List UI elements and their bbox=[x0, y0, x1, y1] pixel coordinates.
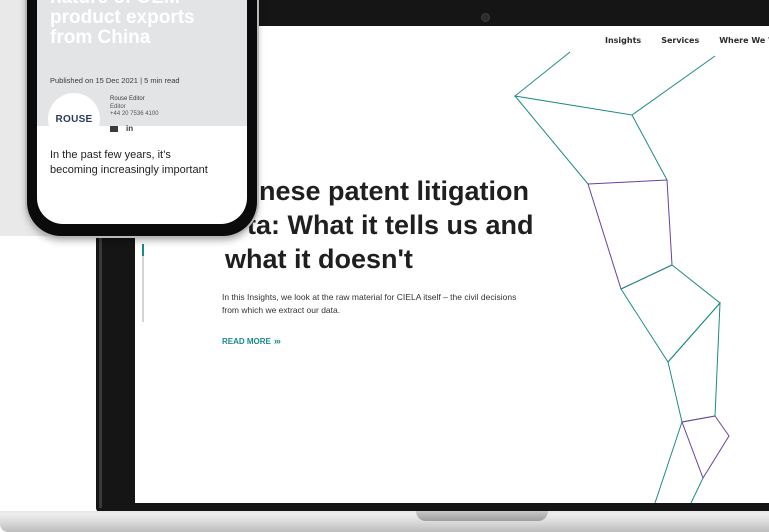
article-intro: In this Insights, we look at the raw mat… bbox=[222, 292, 517, 315]
phone-article-body: In the past few years, it’s becoming inc… bbox=[50, 148, 208, 178]
phone-article-title: nature of OEM product exports from China bbox=[50, 0, 195, 48]
headline-line: nese patent litigation bbox=[259, 176, 530, 206]
publish-meta: Published on 15 Dec 2021 | 5 min read bbox=[50, 76, 180, 85]
camera-icon bbox=[481, 13, 490, 22]
author-block: Rouse Editor Editor +44 20 7536 4100 bbox=[110, 96, 159, 119]
phone-title-line: product exports bbox=[50, 7, 195, 28]
phone-device: nature of OEM product exports from China… bbox=[27, 0, 257, 236]
read-more-link[interactable]: READ MORE ››› bbox=[222, 336, 281, 346]
headline-line: ta: What it tells us and bbox=[247, 210, 534, 240]
scroll-progress-fill bbox=[142, 244, 144, 256]
phone-screen: nature of OEM product exports from China… bbox=[37, 0, 247, 224]
chevron-right-icon: ››› bbox=[273, 336, 281, 346]
phone-hero: nature of OEM product exports from China… bbox=[37, 0, 247, 145]
laptop-notch bbox=[416, 511, 548, 521]
headline-line: what it doesn't bbox=[225, 244, 413, 274]
scroll-progress bbox=[142, 244, 144, 322]
author-name: Rouse Editor bbox=[110, 96, 145, 102]
article-headline: nese patent litigation ta: What it tells… bbox=[225, 174, 555, 276]
read-more-label: READ MORE bbox=[222, 337, 271, 346]
linkedin-icon[interactable]: in bbox=[126, 124, 133, 133]
social-links: in bbox=[110, 124, 133, 133]
mail-icon[interactable] bbox=[110, 125, 118, 132]
author-phone[interactable]: +44 20 7536 4100 bbox=[110, 111, 159, 119]
phone-body-line: In the past few years, it’s bbox=[50, 149, 171, 161]
author-role: Editor bbox=[110, 103, 126, 110]
phone-body-line: becoming increasingly important bbox=[50, 164, 208, 176]
phone-title-line: from China bbox=[50, 27, 151, 48]
rouse-logo: ROUSE bbox=[48, 93, 100, 145]
laptop-base bbox=[0, 511, 769, 532]
logo-text: ROUSE bbox=[55, 113, 93, 125]
